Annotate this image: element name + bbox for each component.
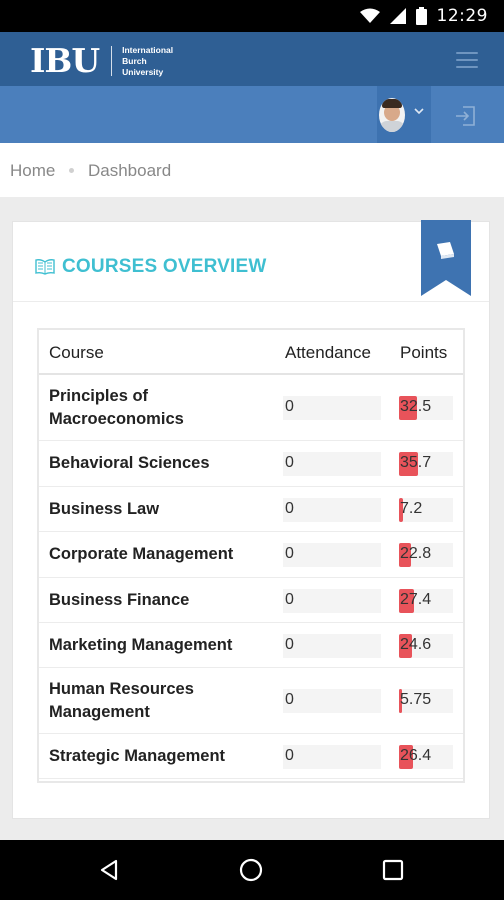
course-name: Marketing Management	[49, 636, 233, 654]
breadcrumb: Home Dashboard	[0, 143, 504, 197]
points-value: 27.4	[400, 591, 432, 608]
attendance-value: 0	[285, 636, 294, 653]
home-icon[interactable]	[237, 856, 265, 884]
ibu-logo[interactable]: IBU International Burch University	[30, 43, 173, 79]
attendance-bar	[283, 396, 381, 420]
attendance-value: 0	[285, 747, 294, 764]
card-title: COURSES OVERVIEW	[35, 256, 267, 278]
column-header-course: Course	[49, 343, 104, 362]
attendance-value: 0	[285, 591, 294, 608]
system-nav-bar	[0, 840, 504, 900]
logo-text: International Burch University	[122, 45, 173, 78]
table-row: Marketing Management 0 24.6	[39, 623, 463, 668]
signal-icon	[389, 8, 406, 24]
points-value: 5.75	[400, 691, 432, 708]
column-header-attendance: Attendance	[285, 343, 372, 362]
book-icon	[35, 259, 55, 275]
logo-line: University	[122, 66, 164, 77]
breadcrumb-separator	[69, 168, 74, 173]
attendance-value: 0	[285, 691, 294, 708]
points-value: 24.6	[400, 636, 432, 653]
card-title-text: COURSES OVERVIEW	[62, 256, 267, 277]
attendance-value: 0	[285, 500, 294, 517]
attendance-bar	[283, 498, 381, 522]
course-name: Behavioral Sciences	[49, 454, 210, 472]
clock: 12:29	[436, 6, 488, 26]
battery-icon	[415, 7, 427, 25]
back-icon[interactable]	[96, 856, 124, 884]
recents-icon[interactable]	[379, 856, 407, 884]
bookmark-ribbon-icon	[421, 220, 471, 296]
attendance-bar	[283, 745, 381, 769]
table-row: Business Finance 0 27.4	[39, 578, 463, 623]
points-value: 7.2	[400, 500, 423, 517]
logo-mark: IBU	[30, 41, 100, 80]
logo-line: Burch	[122, 55, 147, 66]
course-name: Business Law	[49, 500, 160, 518]
table-row: Human Resources Management 0 5.75	[39, 668, 463, 734]
status-bar: 12:29	[0, 0, 504, 32]
points-value: 32.5	[400, 398, 432, 415]
breadcrumb-current: Dashboard	[88, 161, 172, 180]
course-name: Business Finance	[49, 591, 190, 609]
table-header: Course Attendance Points	[39, 330, 463, 375]
attendance-bar	[283, 689, 381, 713]
points-value: 22.8	[400, 545, 432, 562]
table-row: Corporate Management 0 22.8	[39, 532, 463, 578]
courses-table: Course Attendance Points Principles of M…	[37, 328, 465, 783]
points-value: 35.7	[400, 454, 432, 471]
course-name: Strategic Management	[49, 747, 226, 765]
table-row: Principles of Macroeconomics 0 32.5	[39, 375, 463, 441]
breadcrumb-home[interactable]: Home	[10, 161, 55, 181]
points-value: 26.4	[400, 747, 432, 764]
logo-line: International	[122, 44, 174, 55]
logo-divider	[111, 46, 113, 76]
table-row: Strategic Management 0 26.4	[39, 734, 463, 779]
user-bar	[0, 86, 504, 143]
column-header-points: Points	[400, 343, 448, 362]
table-row: Behavioral Sciences 0 35.7	[39, 441, 463, 487]
attendance-bar	[283, 452, 381, 476]
courses-overview-card: COURSES OVERVIEW Course Attendance Point…	[12, 220, 490, 819]
avatar[interactable]	[379, 98, 405, 132]
top-header: IBU International Burch University	[0, 32, 504, 86]
table-row: Business Law 0 7.2	[39, 487, 463, 532]
attendance-bar	[283, 634, 381, 658]
wifi-icon	[359, 8, 380, 23]
attendance-value: 0	[285, 545, 294, 562]
attendance-bar	[283, 589, 381, 613]
attendance-value: 0	[285, 398, 294, 415]
chevron-down-icon[interactable]	[412, 104, 426, 118]
course-name: Corporate Management	[49, 545, 234, 563]
course-name: Principles of Macroeconomics	[49, 387, 184, 428]
card-header: COURSES OVERVIEW	[13, 220, 489, 302]
hamburger-icon[interactable]	[456, 52, 478, 68]
course-name: Human Resources Management	[49, 680, 194, 721]
logout-icon[interactable]	[454, 104, 478, 128]
attendance-bar	[283, 543, 381, 567]
attendance-value: 0	[285, 454, 294, 471]
